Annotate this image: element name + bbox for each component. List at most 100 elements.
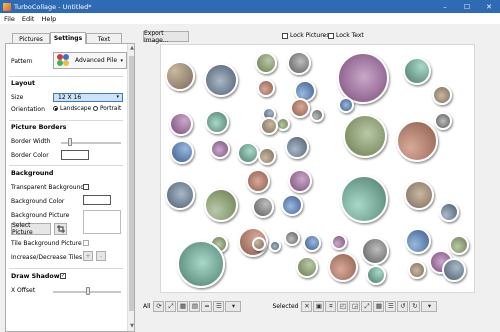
scroll-down-icon[interactable]: ▼ bbox=[128, 323, 134, 331]
collage-photo[interactable] bbox=[405, 228, 431, 254]
lock-pictures-checkbox[interactable] bbox=[282, 32, 288, 39]
divider bbox=[9, 76, 123, 77]
collage-photo[interactable] bbox=[210, 139, 230, 159]
lock-text-option[interactable]: Lock Text bbox=[328, 32, 364, 39]
collage-photo[interactable] bbox=[296, 256, 318, 278]
rotate-left-icon[interactable]: ↺ bbox=[397, 300, 409, 312]
crop-icon[interactable] bbox=[54, 223, 67, 235]
rotate-icon[interactable]: ⟳ bbox=[153, 300, 165, 312]
collage-photo[interactable] bbox=[284, 230, 300, 246]
radio-landscape[interactable] bbox=[53, 106, 58, 111]
lock-text-checkbox[interactable] bbox=[328, 32, 334, 39]
grid-icon[interactable]: ▦ bbox=[177, 300, 189, 312]
collage-photo[interactable] bbox=[366, 265, 386, 285]
collage-photo[interactable] bbox=[288, 169, 312, 193]
increase-tiles-button[interactable]: + bbox=[83, 251, 93, 261]
collage-photo[interactable] bbox=[432, 85, 452, 105]
export-image-button[interactable]: Export Image... bbox=[143, 30, 189, 44]
fit-icon[interactable]: ⤢ bbox=[361, 300, 373, 312]
minimize-button[interactable]: – bbox=[434, 0, 456, 13]
orientation-portrait-option[interactable]: Portrait bbox=[93, 106, 121, 112]
collage-photo[interactable] bbox=[281, 194, 303, 216]
scroll-up-icon[interactable]: ▲ bbox=[128, 45, 134, 53]
collage-photo[interactable] bbox=[276, 117, 290, 131]
collage-photo[interactable] bbox=[204, 188, 238, 222]
collage-photo[interactable] bbox=[303, 234, 321, 252]
transparent-background-checkbox[interactable] bbox=[83, 184, 89, 190]
more-dropdown-icon[interactable]: ▾ bbox=[225, 300, 242, 312]
collage-photo[interactable] bbox=[205, 110, 229, 134]
menu-file[interactable]: File bbox=[4, 15, 15, 23]
delete-icon[interactable]: ✕ bbox=[301, 300, 313, 312]
size-select[interactable]: 12 X 16 ▾ bbox=[53, 93, 123, 102]
collage-photo[interactable] bbox=[338, 97, 354, 113]
x-offset-slider-thumb[interactable] bbox=[86, 287, 90, 295]
align-icon[interactable]: ☰ bbox=[385, 300, 397, 312]
collage-photo[interactable] bbox=[331, 234, 347, 250]
collage-photo[interactable] bbox=[169, 112, 193, 136]
crop-icon[interactable]: ⌗ bbox=[325, 300, 337, 312]
tab-settings[interactable]: Settings bbox=[50, 32, 86, 44]
align-icon[interactable]: ☰ bbox=[213, 300, 225, 312]
equal-icon[interactable]: ═ bbox=[201, 300, 213, 312]
rotate-right-icon[interactable]: ↻ bbox=[409, 300, 421, 312]
collage-photo[interactable] bbox=[257, 79, 275, 97]
draw-shadows-checkbox[interactable]: ✓ bbox=[60, 273, 66, 279]
grid-icon[interactable]: ▦ bbox=[373, 300, 385, 312]
collage-photo[interactable] bbox=[165, 61, 195, 91]
collage-photo[interactable] bbox=[442, 258, 466, 282]
border-width-slider-thumb[interactable] bbox=[68, 138, 72, 146]
settings-scrollbar[interactable]: ▲ ▼ bbox=[127, 44, 134, 331]
more-dropdown-icon[interactable]: ▾ bbox=[421, 300, 438, 312]
bring-front-icon[interactable]: ◰ bbox=[337, 300, 349, 312]
collage-photo[interactable] bbox=[361, 237, 389, 265]
menu-edit[interactable]: Edit bbox=[22, 15, 35, 23]
send-back-icon[interactable]: ◲ bbox=[349, 300, 361, 312]
collage-photo[interactable] bbox=[177, 240, 225, 288]
lock-pictures-option[interactable]: Lock Pictures bbox=[282, 32, 329, 39]
collage-photo[interactable] bbox=[340, 175, 388, 223]
collage-photo[interactable] bbox=[170, 140, 194, 164]
collage-photo[interactable] bbox=[252, 237, 266, 251]
scrollbar-thumb[interactable] bbox=[129, 56, 134, 311]
collage-photo[interactable] bbox=[403, 57, 431, 85]
collage-photo[interactable] bbox=[396, 120, 438, 162]
collage-canvas[interactable] bbox=[160, 44, 475, 293]
pattern-dropdown[interactable]: Advanced Pile ▾ bbox=[53, 52, 127, 69]
decrease-tiles-button[interactable]: - bbox=[96, 251, 106, 261]
left-panel: Pictures Settings Text Pattern Advanced … bbox=[0, 24, 137, 332]
collage-photo[interactable] bbox=[404, 180, 434, 210]
collage-photo[interactable] bbox=[434, 112, 452, 130]
grid-small-icon[interactable]: ▤ bbox=[189, 300, 201, 312]
radio-portrait[interactable] bbox=[93, 106, 98, 111]
select-picture-button[interactable]: Select Picture bbox=[11, 222, 51, 236]
collage-photo[interactable] bbox=[290, 98, 310, 118]
collage-photo[interactable] bbox=[285, 135, 309, 159]
collage-photo[interactable] bbox=[252, 196, 274, 218]
background-picture-preview[interactable] bbox=[83, 210, 121, 234]
collage-photo[interactable] bbox=[165, 180, 195, 210]
collage-photo[interactable] bbox=[310, 108, 324, 122]
collage-photo[interactable] bbox=[246, 169, 270, 193]
collage-photo[interactable] bbox=[408, 261, 426, 279]
maximize-button[interactable]: ☐ bbox=[456, 0, 478, 13]
collage-photo[interactable] bbox=[255, 52, 277, 74]
close-button[interactable]: ✕ bbox=[478, 0, 500, 13]
collage-photo[interactable] bbox=[204, 63, 238, 97]
collage-photo[interactable] bbox=[258, 147, 276, 165]
border-color-swatch[interactable] bbox=[61, 150, 89, 160]
collage-photo[interactable] bbox=[343, 114, 387, 158]
collage-photo[interactable] bbox=[237, 142, 259, 164]
collage-photo[interactable] bbox=[260, 117, 278, 135]
tile-background-checkbox[interactable] bbox=[83, 240, 89, 246]
collage-photo[interactable] bbox=[439, 202, 459, 222]
image-icon[interactable]: ▣ bbox=[313, 300, 325, 312]
fit-icon[interactable]: ⤢ bbox=[165, 300, 177, 312]
collage-photo[interactable] bbox=[449, 235, 469, 255]
collage-photo[interactable] bbox=[287, 51, 311, 75]
menu-help[interactable]: Help bbox=[41, 15, 56, 23]
collage-photo[interactable] bbox=[328, 252, 358, 282]
collage-photo[interactable] bbox=[269, 240, 281, 252]
background-color-swatch[interactable] bbox=[83, 195, 111, 205]
orientation-landscape-option[interactable]: Landscape bbox=[53, 106, 91, 112]
